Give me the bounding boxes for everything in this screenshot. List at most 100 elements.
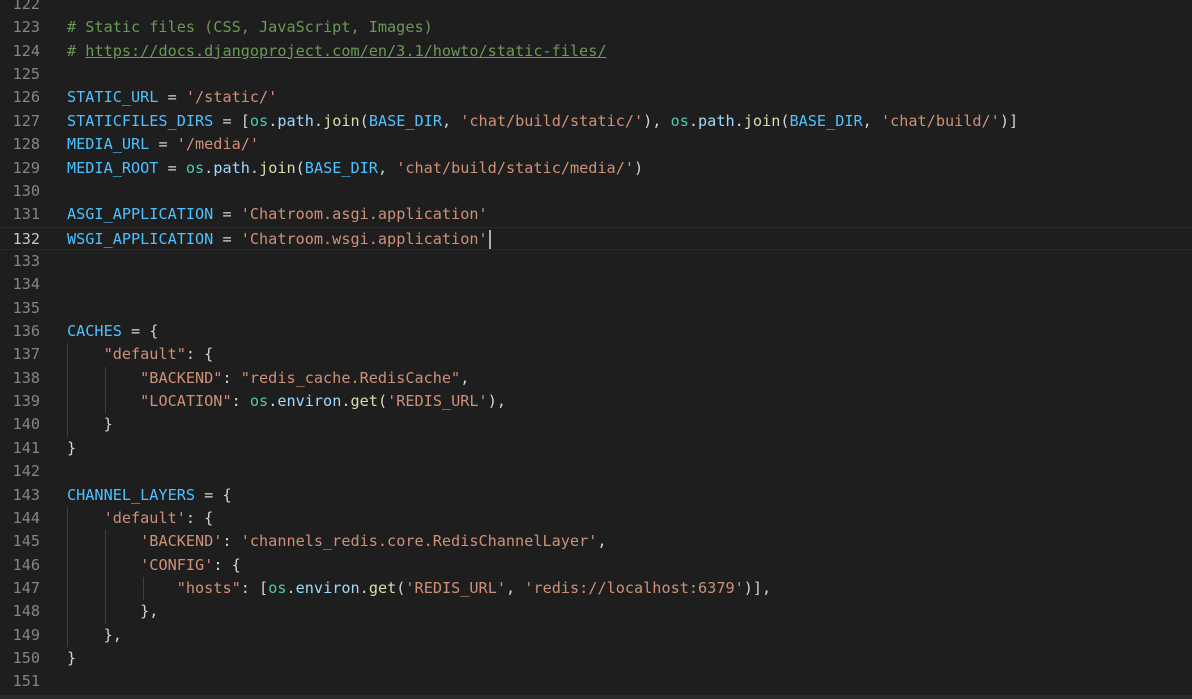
code-line[interactable]: 138 "BACKEND": "redis_cache.RedisCache", [0, 366, 1192, 391]
code-text[interactable]: # https://docs.djangoproject.com/en/3.1/… [67, 40, 607, 63]
code-text[interactable]: "default": { [67, 343, 214, 366]
code-line[interactable]: 127 STATICFILES_DIRS = [os.path.join(BASE… [0, 110, 1192, 133]
code-token: 'chat/build/static/media/' [396, 158, 634, 177]
code-token: join [743, 111, 781, 130]
code-token: ( [377, 392, 388, 411]
code-token: = [158, 158, 186, 177]
code-token: os [268, 578, 287, 597]
horizontal-scrollbar[interactable] [0, 695, 1192, 699]
line-number: 142 [12, 462, 40, 481]
code-lines[interactable]: 122 123 # Static files (CSS, JavaScript, I… [0, 0, 1192, 694]
code-line[interactable]: 150} [0, 647, 1192, 670]
code-token: CHANNEL_LAYERS [67, 485, 196, 504]
code-line[interactable]: 122 [0, 0, 1192, 16]
code-token: join [323, 111, 360, 130]
code-token: 'chat/build/' [880, 111, 1000, 130]
code-token: = [149, 135, 177, 154]
code-token: 'redis://localhost:6379' [524, 578, 744, 597]
code-line[interactable]: 147 "hosts": [os.environ.get('REDIS_URL'… [0, 576, 1192, 601]
code-line[interactable]: 128 MEDIA_URL = '/media/' [0, 133, 1192, 156]
line-number: 134 [12, 275, 40, 294]
code-line[interactable]: 129 MEDIA_ROOT = os.path.join(BASE_DIR, '… [0, 157, 1192, 180]
code-token: : { [185, 345, 214, 364]
line-number: 127 [12, 111, 40, 130]
code-token: environ [295, 578, 360, 597]
code-line[interactable]: 132 WSGI_APPLICATION = 'Chatroom.wsgi.app… [0, 226, 1192, 251]
code-line[interactable]: 140 } [0, 413, 1192, 437]
code-line[interactable]: 131 ASGI_APPLICATION = 'Chatroom.asgi.app… [0, 203, 1192, 226]
code-line[interactable]: 148 }, [0, 600, 1192, 624]
line-number: 143 [12, 485, 40, 504]
code-line[interactable]: 134 [0, 273, 1192, 296]
code-line[interactable]: 144 'default': { [0, 506, 1192, 531]
code-token: BASE_DIR [789, 111, 863, 130]
line-number: 131 [12, 205, 40, 224]
code-token: , [460, 368, 470, 387]
code-line[interactable]: 151 [0, 670, 1192, 693]
code-line[interactable]: 135 [0, 297, 1192, 320]
code-token: 'CONFIG' [140, 555, 214, 574]
code-text[interactable]: "hosts": [os.environ.get('REDIS_URL', 'r… [67, 577, 771, 600]
code-token: : [222, 368, 241, 387]
code-token: '/static/' [185, 88, 278, 107]
code-text[interactable]: STATICFILES_DIRS = [os.path.join(BASE_DI… [67, 110, 1018, 133]
code-line[interactable]: 125 [0, 63, 1192, 86]
code-token: }, [67, 602, 159, 621]
code-token: = [158, 88, 186, 107]
code-text[interactable]: # Static files (CSS, JavaScript, Images) [67, 16, 433, 39]
code-token: ( [359, 111, 369, 130]
code-token: . [249, 158, 260, 177]
code-text[interactable]: CACHES = { [67, 320, 158, 343]
code-token: , [597, 532, 607, 551]
code-text[interactable]: CHANNEL_LAYERS = { [67, 484, 232, 507]
code-line[interactable]: 124 # https://docs.djangoproject.com/en/3… [0, 40, 1192, 63]
code-line[interactable]: 146 'CONFIG': { [0, 553, 1192, 577]
code-line[interactable]: 143 CHANNEL_LAYERS = { [0, 484, 1192, 507]
code-text[interactable]: WSGI_APPLICATION = 'Chatroom.wsgi.applic… [67, 228, 491, 251]
code-token: join [259, 158, 296, 177]
code-token: 'channels_redis.core.RedisChannelLayer' [240, 532, 598, 551]
code-line[interactable]: 133 [0, 250, 1192, 273]
code-text[interactable]: MEDIA_URL = '/media/' [67, 133, 259, 156]
code-text[interactable]: }, [67, 600, 158, 623]
code-text[interactable]: 'CONFIG': { [67, 554, 241, 577]
code-line[interactable]: 126 STATIC_URL = '/static/' [0, 86, 1192, 109]
code-text[interactable]: ASGI_APPLICATION = 'Chatroom.asgi.applic… [67, 203, 488, 226]
code-line[interactable]: 145 'BACKEND': 'channels_redis.core.Redi… [0, 530, 1192, 554]
code-line[interactable]: 142 [0, 460, 1192, 483]
code-line[interactable]: 149 }, [0, 623, 1192, 648]
code-editor[interactable]: 122 123 # Static files (CSS, JavaScript, I… [0, 0, 1192, 699]
code-token: 'default' [103, 508, 186, 527]
code-token: : [ [240, 578, 269, 597]
code-line[interactable]: 137 "default": { [0, 343, 1192, 367]
code-token: , [377, 158, 397, 177]
code-token: . [268, 111, 278, 130]
code-text[interactable]: "LOCATION": os.environ.get('REDIS_URL'), [67, 390, 506, 413]
code-token: )] [999, 111, 1019, 130]
code-line[interactable]: 130 [0, 180, 1192, 203]
code-token: . [688, 111, 699, 130]
code-token: get [350, 392, 378, 411]
code-text[interactable]: "BACKEND": "redis_cache.RedisCache", [67, 367, 469, 390]
code-text[interactable]: STATIC_URL = '/static/' [67, 86, 277, 109]
code-text[interactable]: } [67, 437, 76, 460]
code-token: . [204, 158, 214, 177]
line-number: 124 [12, 41, 40, 60]
code-line[interactable]: 139 "LOCATION": os.environ.get('REDIS_UR… [0, 390, 1192, 414]
code-text[interactable]: } [67, 647, 76, 670]
text-cursor [488, 229, 491, 249]
code-line[interactable]: 141} [0, 437, 1192, 460]
line-number: 128 [12, 135, 40, 154]
code-line[interactable]: 136 CACHES = { [0, 320, 1192, 343]
line-number: 137 [12, 345, 40, 364]
code-text[interactable]: MEDIA_ROOT = os.path.join(BASE_DIR, 'cha… [67, 157, 643, 180]
line-number: 140 [12, 415, 40, 434]
code-text[interactable]: } [67, 413, 113, 436]
code-token: } [67, 649, 77, 668]
code-text[interactable]: 'BACKEND': 'channels_redis.core.RedisCha… [67, 530, 607, 553]
code-line[interactable]: 123 # Static files (CSS, JavaScript, Imag… [0, 16, 1192, 39]
code-text[interactable]: 'default': { [67, 507, 214, 530]
code-text[interactable]: }, [67, 624, 122, 647]
